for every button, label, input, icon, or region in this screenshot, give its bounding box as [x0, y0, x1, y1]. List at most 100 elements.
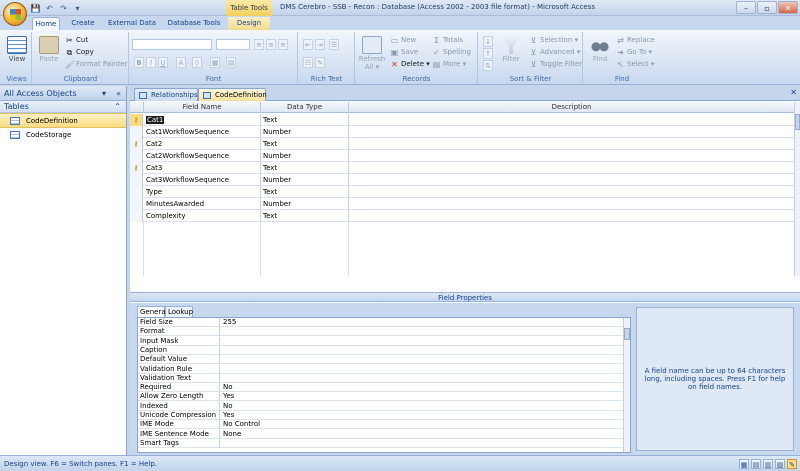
data-type-cell[interactable]: Number [261, 150, 349, 162]
table-row[interactable]: ⚷ Cat3 Text [130, 162, 794, 174]
row-selector[interactable] [130, 186, 143, 198]
row-selector[interactable] [130, 126, 143, 138]
table-row[interactable]: Cat2WorkflowSequence Number [130, 150, 794, 162]
description-cell[interactable] [349, 162, 794, 174]
header-field-name[interactable]: Field Name [144, 102, 261, 113]
description-cell[interactable] [349, 186, 794, 198]
property-row[interactable]: Unicode Compression Yes [138, 411, 625, 420]
shutter-bar-close-icon[interactable]: « [116, 86, 121, 101]
replace-button[interactable]: ⇄ Replace [616, 35, 655, 46]
field-name-cell[interactable]: MinutesAwarded [144, 198, 261, 210]
header-description[interactable]: Description [349, 102, 794, 113]
property-row[interactable]: IME Sentence Mode None [138, 429, 625, 439]
nav-pane-header[interactable]: All Access Objects ▾ « [0, 86, 126, 101]
scrollbar-thumb[interactable] [624, 328, 630, 340]
font-color-icon[interactable]: A [176, 57, 186, 68]
design-view-icon[interactable]: ✎ [787, 459, 797, 469]
minimize-button[interactable]: – [736, 1, 756, 14]
property-row[interactable]: IME Mode No Control [138, 420, 625, 430]
scrollbar-thumb[interactable] [795, 114, 800, 130]
nav-item-codedefinition[interactable]: CodeDefinition [0, 113, 126, 128]
filter-button[interactable]: Filter [497, 34, 525, 70]
table-row[interactable]: Cat3WorkflowSequence Number [130, 174, 794, 186]
collapse-group-icon[interactable]: ⌃ [114, 101, 121, 113]
property-value[interactable]: None [221, 430, 625, 439]
primary-key-icon[interactable]: ⚷ [130, 114, 143, 126]
description-cell[interactable] [349, 174, 794, 186]
property-row[interactable]: Required No [138, 383, 625, 393]
data-type-cell[interactable]: Number [261, 126, 349, 138]
restore-button[interactable]: ▫ [757, 1, 777, 14]
clear-sort-icon[interactable]: ⇅ [483, 60, 493, 71]
cut-button[interactable]: ✂ Cut [65, 35, 88, 46]
copy-button[interactable]: ⧉ Copy [65, 47, 94, 58]
gridlines-icon[interactable]: ▦ [210, 57, 220, 68]
description-cell[interactable] [349, 210, 794, 222]
description-cell[interactable] [349, 126, 794, 138]
property-row[interactable]: Format [138, 327, 625, 337]
spelling-button[interactable]: ✓ Spelling [432, 47, 471, 58]
primary-key-icon[interactable]: ⚷ [130, 162, 143, 174]
doc-tab-codedefinition[interactable]: CodeDefinition [198, 88, 267, 101]
data-type-cell[interactable]: Number [261, 198, 349, 210]
tab-design[interactable]: Design [228, 17, 270, 30]
data-type-cell[interactable]: Text [261, 114, 349, 126]
nav-menu-dropdown-icon[interactable]: ▾ [102, 86, 106, 101]
property-value[interactable]: No [221, 383, 625, 392]
dropdown-icon[interactable]: ▾ [72, 3, 83, 14]
property-value[interactable] [221, 355, 625, 364]
property-value[interactable] [221, 346, 625, 355]
table-row[interactable]: Cat1WorkflowSequence Number [130, 126, 794, 138]
view-button[interactable]: View [3, 34, 31, 70]
property-value[interactable]: Yes [221, 411, 625, 420]
nav-group-tables[interactable]: Tables ⌃ [0, 101, 126, 113]
grid-empty-area[interactable] [130, 222, 794, 276]
field-name-cell[interactable]: Cat1 [144, 114, 261, 126]
close-document-icon[interactable]: ✕ [790, 88, 797, 97]
table-row[interactable]: ⚷ Cat1 Text [130, 114, 794, 126]
bullets-icon[interactable]: ☰ [329, 39, 339, 50]
font-name-combo[interactable] [132, 39, 212, 50]
align-left-icon[interactable]: ≡ [254, 39, 264, 50]
format-painter-button[interactable]: 🖌 Format Painter [65, 59, 127, 70]
align-center-icon[interactable]: ≡ [266, 39, 276, 50]
row-selector[interactable] [130, 174, 143, 186]
data-type-cell[interactable]: Text [261, 138, 349, 150]
datasheet-view-icon[interactable]: ▦ [739, 459, 749, 469]
data-type-cell[interactable]: Text [261, 162, 349, 174]
row-selector[interactable] [130, 150, 143, 162]
advanced-button[interactable]: ⊻ Advanced ▾ [529, 47, 581, 58]
description-cell[interactable] [349, 150, 794, 162]
redo-icon[interactable]: ↷ [58, 3, 69, 14]
select-button[interactable]: ↖ Select ▾ [616, 59, 654, 70]
goto-button[interactable]: ➜ Go To ▾ [616, 47, 652, 58]
underline-icon[interactable]: U [158, 57, 168, 68]
field-name-cell[interactable]: Cat3 [144, 162, 261, 174]
row-selector[interactable] [130, 210, 143, 222]
doc-tab-relationships[interactable]: Relationships [134, 88, 198, 101]
table-row[interactable]: Type Text [130, 186, 794, 198]
highlight-icon[interactable]: ✎ [315, 57, 325, 68]
property-row[interactable]: Smart Tags [138, 438, 625, 448]
close-button[interactable]: ✕ [778, 1, 798, 14]
new-record-button[interactable]: ▭ New [390, 35, 417, 46]
nav-item-codestorage[interactable]: CodeStorage [0, 128, 126, 143]
pivotchart-view-icon[interactable]: ▥ [763, 459, 773, 469]
header-data-type[interactable]: Data Type [261, 102, 349, 113]
font-size-combo[interactable] [216, 39, 250, 50]
property-row[interactable]: Validation Text [138, 373, 625, 383]
office-button[interactable] [3, 2, 27, 26]
tab-external-data[interactable]: External Data [104, 17, 160, 30]
selection-button[interactable]: ⊻ Selection ▾ [529, 35, 578, 46]
save-record-button[interactable]: ▣ Save [390, 47, 418, 58]
field-name-cell[interactable]: Cat2 [144, 138, 261, 150]
property-value[interactable] [221, 337, 625, 346]
paste-button[interactable]: Paste [35, 34, 63, 70]
table-row[interactable]: ⚷ Cat2 Text [130, 138, 794, 150]
toggle-filter-button[interactable]: ⊻ Toggle Filter [529, 59, 583, 70]
property-row[interactable]: Indexed No [138, 401, 625, 411]
description-cell[interactable] [349, 198, 794, 210]
align-right-icon[interactable]: ≡ [278, 39, 288, 50]
property-value[interactable] [221, 327, 625, 336]
property-value[interactable] [221, 365, 625, 374]
